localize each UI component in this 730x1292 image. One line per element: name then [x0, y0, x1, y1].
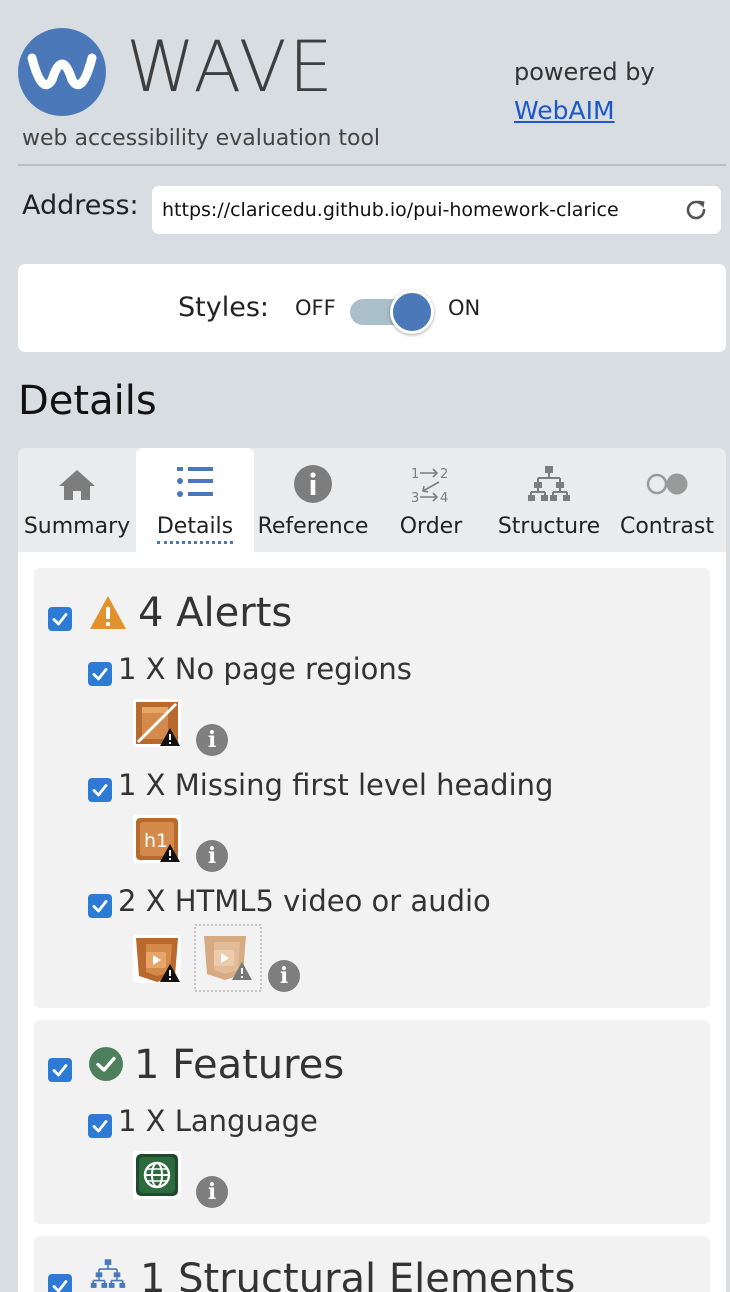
tab-label: Details: [156, 514, 234, 544]
tab-order[interactable]: 1 2 3 4 Order: [372, 448, 490, 552]
alert-icon: [90, 596, 126, 629]
features-card: 1 Features 1 X Language i: [34, 1020, 710, 1224]
home-icon: [59, 470, 95, 500]
alerts-card: 4 Alerts 1 X No page regions i 1 X Missi…: [34, 568, 710, 1008]
item-checkbox[interactable]: [88, 662, 112, 686]
structural-elements-card: 1 Structural Elements: [34, 1236, 710, 1292]
tab-bar: Summary Details Reference 1 2 3 4 Order …: [18, 448, 726, 552]
order-icon: 1 2 3 4: [411, 467, 448, 504]
styles-off-label: OFF: [295, 296, 336, 320]
tab-summary[interactable]: Summary: [18, 448, 136, 552]
item-label: 1 X No page regions: [118, 652, 412, 686]
svg-text:4: 4: [440, 491, 448, 504]
address-label: Address:: [22, 190, 139, 221]
styles-on-label: ON: [448, 296, 481, 320]
missing-h1-alert-icon[interactable]: h1: [132, 814, 182, 864]
category-title: 4 Alerts: [138, 590, 293, 636]
wave-logo-icon: [18, 28, 106, 116]
tab-label: Reference: [257, 514, 369, 539]
header-divider: [18, 164, 726, 166]
powered-by-text: powered by: [514, 58, 655, 86]
item-checkbox[interactable]: [88, 894, 112, 918]
tab-label: Structure: [497, 514, 601, 539]
tab-label: Contrast: [619, 514, 714, 539]
styles-panel: Styles: OFF ON: [18, 264, 726, 352]
tab-contrast[interactable]: Contrast: [608, 448, 726, 552]
category-title: 1 Features: [134, 1042, 345, 1088]
no-regions-alert-icon[interactable]: [132, 698, 182, 748]
header: WAVE web accessibility evaluation tool p…: [0, 0, 730, 168]
item-label: 1 X Language: [118, 1104, 318, 1138]
language-globe-icon[interactable]: [132, 1150, 182, 1200]
webaim-link[interactable]: WebAIM: [514, 96, 615, 125]
logo-word: WAVE: [126, 26, 335, 108]
svg-text:3: 3: [411, 491, 419, 504]
tab-label: Order: [399, 514, 463, 539]
item-checkbox[interactable]: [88, 1114, 112, 1138]
info-icon[interactable]: i: [196, 1176, 228, 1208]
check-circle-icon: [89, 1047, 123, 1081]
list-icon: [177, 467, 213, 497]
structure-icon: [90, 1259, 126, 1288]
item-checkbox[interactable]: [88, 778, 112, 802]
category-title: 1 Structural Elements: [140, 1256, 576, 1292]
info-icon: [294, 465, 332, 503]
tab-details[interactable]: Details: [136, 448, 254, 552]
styles-toggle-knob[interactable]: [390, 290, 434, 334]
info-icon[interactable]: i: [196, 724, 228, 756]
features-checkbox[interactable]: [48, 1058, 72, 1082]
item-label: 1 X Missing first level heading: [118, 768, 554, 802]
svg-text:1: 1: [411, 467, 419, 482]
structural-checkbox[interactable]: [48, 1274, 72, 1292]
tab-label: Summary: [23, 514, 131, 539]
styles-label: Styles:: [178, 292, 269, 323]
details-panel: 4 Alerts 1 X No page regions i 1 X Missi…: [18, 552, 726, 1292]
item-label: 2 X HTML5 video or audio: [118, 884, 491, 918]
html5-video-alert-icon-secondary[interactable]: [194, 924, 262, 992]
address-value[interactable]: https://claricedu.github.io/pui-homework…: [162, 199, 674, 221]
contrast-icon: [646, 473, 688, 495]
panel-title: Details: [18, 378, 157, 424]
address-input[interactable]: https://claricedu.github.io/pui-homework…: [152, 186, 721, 234]
tagline: web accessibility evaluation tool: [22, 126, 381, 151]
tab-structure[interactable]: Structure: [490, 448, 608, 552]
h1-badge-text: h1: [144, 830, 168, 852]
html5-video-alert-icon[interactable]: [132, 934, 182, 984]
svg-text:2: 2: [440, 467, 448, 482]
structure-icon: [528, 466, 570, 501]
reload-icon[interactable]: [683, 197, 709, 223]
info-icon[interactable]: i: [268, 960, 300, 992]
tab-reference[interactable]: Reference: [254, 448, 372, 552]
alerts-checkbox[interactable]: [48, 607, 72, 631]
info-icon[interactable]: i: [196, 840, 228, 872]
